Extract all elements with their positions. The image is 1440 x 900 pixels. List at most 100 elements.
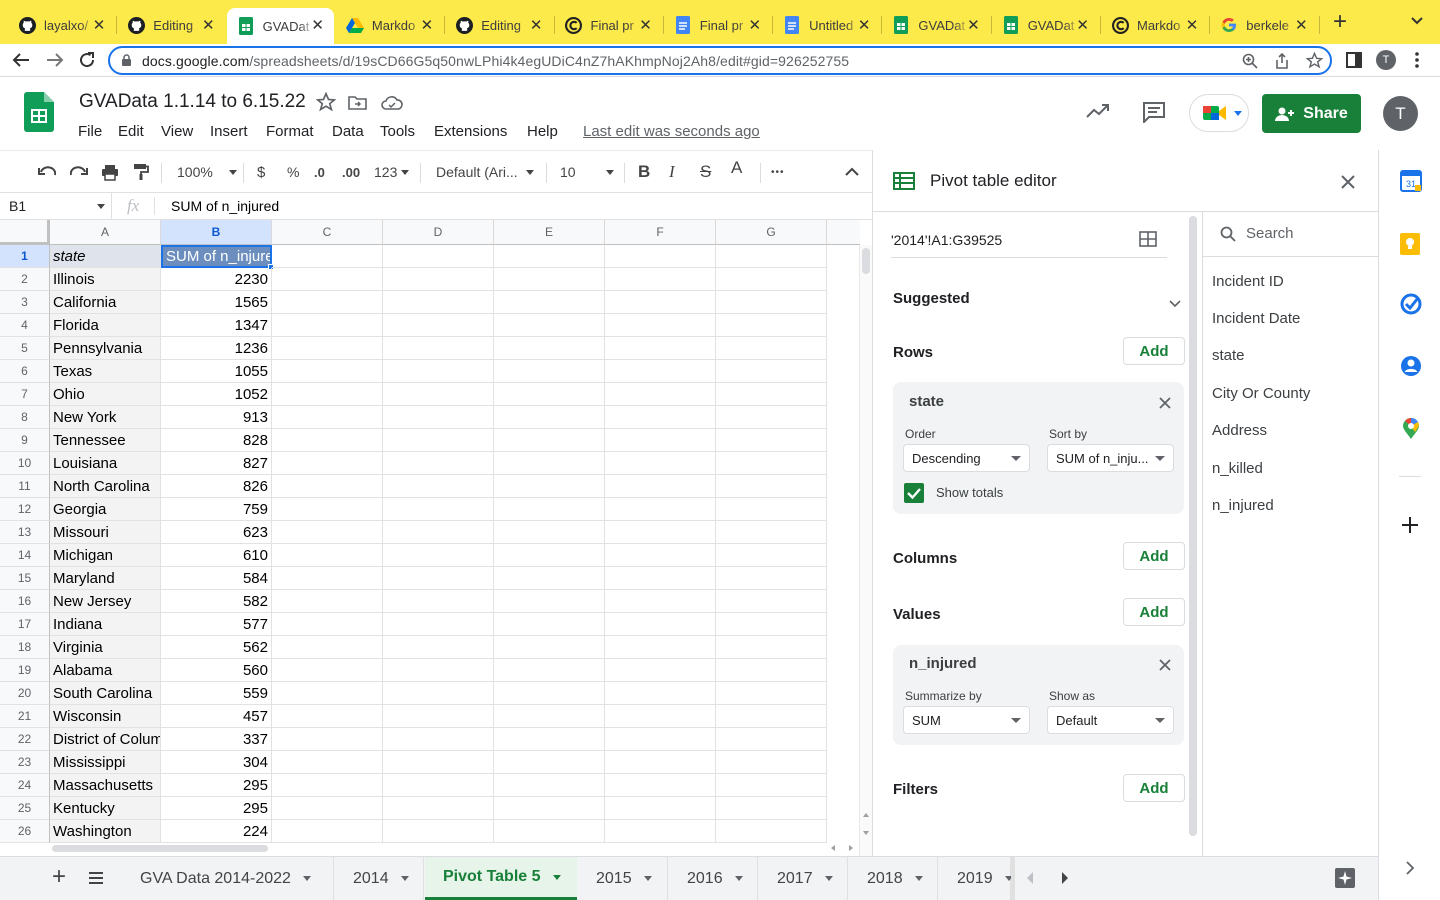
state-cell[interactable]: Wisconsin (50, 705, 161, 728)
sheets-scroll-left-icon[interactable] (1027, 872, 1033, 884)
value-cell[interactable]: 1347 (161, 314, 272, 337)
remove-value-field-icon[interactable] (1159, 658, 1171, 674)
row-header[interactable]: 6 (0, 360, 50, 383)
empty-cell[interactable] (383, 728, 494, 751)
row-header[interactable]: 20 (0, 682, 50, 705)
state-cell[interactable]: New York (50, 406, 161, 429)
empty-cell[interactable] (494, 268, 605, 291)
row-header[interactable]: 13 (0, 521, 50, 544)
value-cell[interactable]: 913 (161, 406, 272, 429)
empty-cell[interactable] (383, 636, 494, 659)
empty-cell[interactable] (272, 314, 383, 337)
empty-cell[interactable] (272, 245, 383, 268)
empty-cell[interactable] (272, 636, 383, 659)
account-avatar[interactable]: T (1383, 96, 1418, 131)
state-cell[interactable]: New Jersey (50, 590, 161, 613)
pivot-row-header-cell[interactable]: state (50, 245, 161, 268)
empty-cell[interactable] (716, 475, 827, 498)
close-tab-icon[interactable]: ✕ (421, 16, 434, 34)
share-button[interactable]: Share (1262, 94, 1361, 133)
empty-cell[interactable] (272, 659, 383, 682)
empty-cell[interactable] (716, 705, 827, 728)
row-header[interactable]: 21 (0, 705, 50, 728)
empty-cell[interactable] (605, 774, 716, 797)
value-cell[interactable]: 2230 (161, 268, 272, 291)
strikethrough-button[interactable]: S (700, 161, 711, 183)
empty-cell[interactable] (272, 475, 383, 498)
close-tab-icon[interactable]: ✕ (639, 16, 652, 34)
keep-icon[interactable] (1400, 233, 1420, 258)
sheet-tab-menu-icon[interactable] (643, 876, 652, 881)
profile-avatar[interactable]: T (1376, 50, 1396, 70)
empty-cell[interactable] (383, 360, 494, 383)
close-tab-icon[interactable]: ✕ (749, 16, 762, 34)
row-header[interactable]: 16 (0, 590, 50, 613)
empty-cell[interactable] (494, 521, 605, 544)
pivot-value-header-cell[interactable]: SUM of n_injure (161, 245, 272, 268)
empty-cell[interactable] (716, 774, 827, 797)
browser-tab[interactable]: Editing ✕ (445, 8, 552, 42)
last-edit-link[interactable]: Last edit was seconds ago (583, 123, 760, 140)
column-header-e[interactable]: E (494, 220, 605, 245)
sheet-tab[interactable]: 2014 (335, 857, 424, 900)
close-tab-icon[interactable]: ✕ (1076, 16, 1089, 34)
empty-cell[interactable] (383, 337, 494, 360)
browser-tab[interactable]: Final pr ✕ (555, 8, 662, 42)
suggested-section[interactable]: Suggested (893, 290, 970, 307)
bold-button[interactable]: B (638, 161, 650, 183)
state-cell[interactable]: Louisiana (50, 452, 161, 475)
rows-add-button[interactable]: Add (1123, 337, 1185, 365)
name-box[interactable]: B1 (0, 193, 112, 219)
close-tab-icon[interactable]: ✕ (93, 16, 106, 34)
empty-cell[interactable] (494, 705, 605, 728)
empty-cell[interactable] (494, 751, 605, 774)
column-header-f[interactable]: F (605, 220, 716, 245)
close-tab-icon[interactable]: ✕ (1186, 16, 1199, 34)
empty-cell[interactable] (716, 452, 827, 475)
sheet-tab-menu-icon[interactable] (302, 876, 311, 881)
empty-cell[interactable] (494, 682, 605, 705)
browser-tab[interactable]: Markdo ✕ (1101, 8, 1208, 42)
pivot-field-item[interactable]: Incident Date (1212, 310, 1300, 327)
state-cell[interactable]: Illinois (50, 268, 161, 291)
show-totals-checkbox[interactable] (904, 483, 924, 503)
column-header-g[interactable]: G (716, 220, 827, 245)
value-cell[interactable]: 1565 (161, 291, 272, 314)
empty-cell[interactable] (494, 406, 605, 429)
back-arrow-icon[interactable] (12, 52, 30, 71)
more-options-button[interactable]: ••• (771, 161, 785, 183)
empty-cell[interactable] (716, 429, 827, 452)
sheet-tab[interactable]: 2016 (669, 857, 758, 900)
collapse-toolbar-icon[interactable] (845, 161, 859, 183)
close-tab-icon[interactable]: ✕ (530, 16, 543, 34)
value-cell[interactable]: 759 (161, 498, 272, 521)
state-cell[interactable]: Florida (50, 314, 161, 337)
calendar-icon[interactable]: 31 (1400, 170, 1422, 195)
empty-cell[interactable] (383, 590, 494, 613)
menu-extensions[interactable]: Extensions (434, 123, 507, 140)
menu-insert[interactable]: Insert (210, 123, 248, 140)
select-range-icon[interactable] (1139, 231, 1157, 250)
summarize-by-select[interactable]: SUM (903, 706, 1030, 734)
state-cell[interactable]: Washington (50, 820, 161, 843)
empty-cell[interactable] (383, 613, 494, 636)
empty-cell[interactable] (494, 429, 605, 452)
scroll-up-icon[interactable] (863, 813, 869, 817)
close-tab-icon[interactable]: ✕ (1295, 16, 1308, 34)
scroll-down-icon[interactable] (863, 831, 869, 835)
fields-search-input[interactable]: Search (1246, 225, 1294, 242)
empty-cell[interactable] (605, 820, 716, 843)
column-header-d[interactable]: D (383, 220, 494, 245)
empty-cell[interactable] (605, 636, 716, 659)
columns-add-button[interactable]: Add (1123, 542, 1185, 570)
add-sheet-button[interactable]: + (52, 865, 66, 889)
row-header[interactable]: 1 (0, 245, 50, 268)
empty-cell[interactable] (272, 268, 383, 291)
row-header[interactable]: 18 (0, 636, 50, 659)
more-formats-select[interactable]: 123 (374, 161, 410, 183)
row-header[interactable]: 15 (0, 567, 50, 590)
select-all-corner[interactable] (0, 220, 50, 245)
empty-cell[interactable] (716, 820, 827, 843)
empty-cell[interactable] (605, 797, 716, 820)
increase-decimal-button[interactable]: .00 (342, 161, 360, 183)
